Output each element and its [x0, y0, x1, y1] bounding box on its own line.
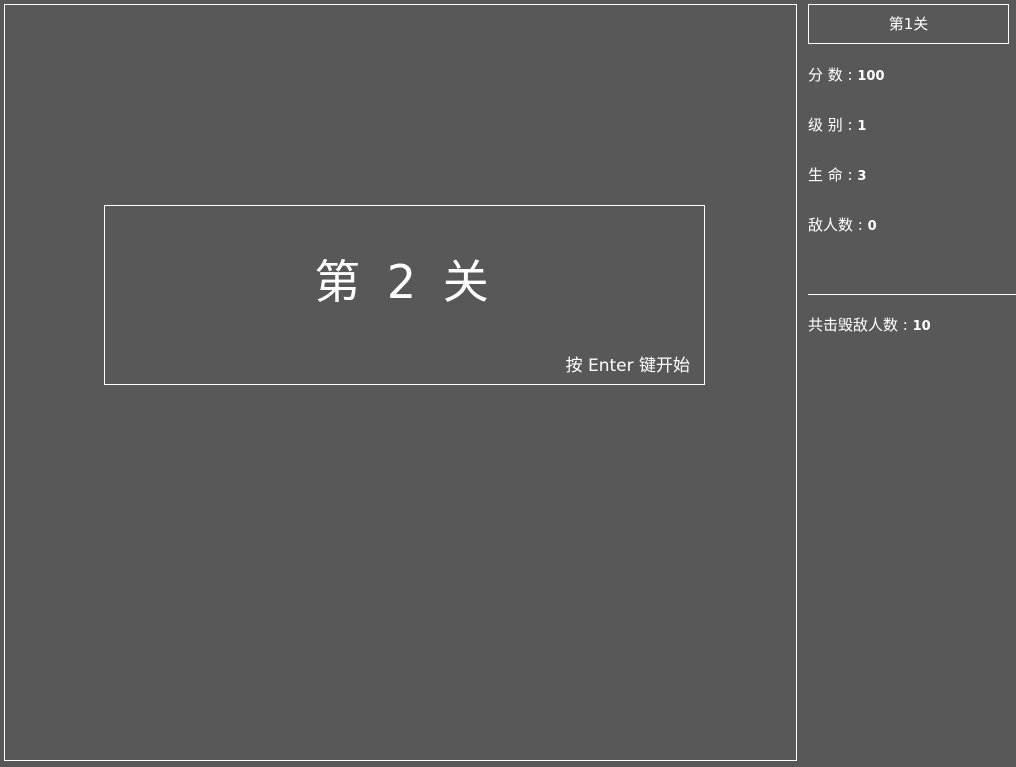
info-panel: 第1关 分 数 : 100 级 别 : 1 生 命 : 3 敌人数 : 0 共击…	[804, 0, 1016, 767]
score-stat: 分 数 : 100	[808, 64, 885, 85]
game-stage[interactable]: 第 2 关 按 Enter 键开始	[4, 4, 797, 761]
enemies-value: 0	[867, 219, 877, 234]
rank-value: 1	[857, 119, 867, 134]
lives-stat: 生 命 : 3	[808, 164, 866, 185]
enemies-stat: 敌人数 : 0	[808, 214, 877, 235]
enemies-label: 敌人数 :	[808, 216, 868, 234]
start-hint: 按 Enter 键开始	[565, 356, 690, 376]
level-start-dialog: 第 2 关 按 Enter 键开始	[104, 205, 705, 385]
rank-label: 级 别 :	[808, 116, 858, 134]
score-value: 100	[857, 69, 885, 84]
panel-divider	[808, 294, 1016, 295]
score-label: 分 数 :	[808, 66, 858, 84]
destroyed-stat: 共击毁敌人数 : 10	[808, 314, 931, 335]
lives-label: 生 命 :	[808, 166, 858, 184]
destroyed-label: 共击毁敌人数 :	[808, 316, 913, 334]
current-level-banner: 第1关	[808, 4, 1009, 44]
lives-value: 3	[857, 169, 867, 184]
rank-stat: 级 别 : 1	[808, 114, 866, 135]
destroyed-value: 10	[912, 319, 931, 334]
level-title: 第 2 关	[314, 255, 495, 309]
